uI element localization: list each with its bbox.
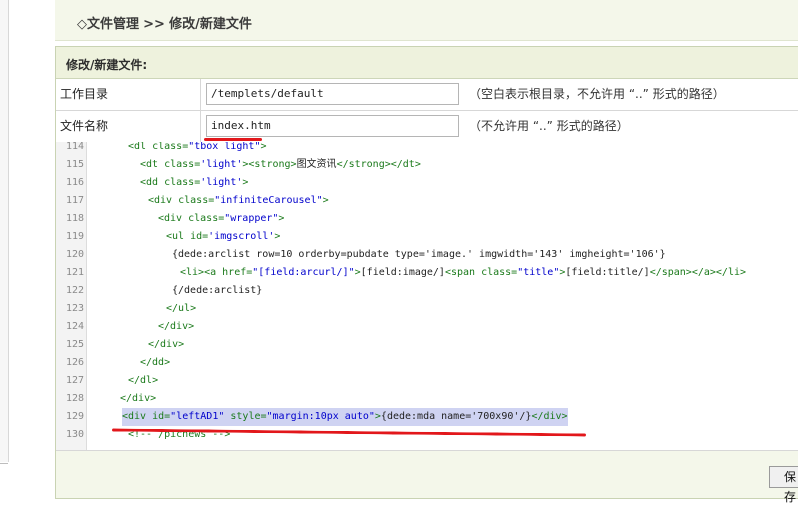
left-scrollbar-end (0, 455, 8, 464)
code-line[interactable]: 129 <div id="leftAD1" style="margin:10px … (56, 408, 798, 426)
line-number: 127 (65, 375, 84, 386)
breadcrumb-prefix-icon: ◇ (77, 17, 87, 32)
code-text: </dl> (128, 375, 159, 386)
line-number: 117 (65, 195, 84, 206)
code-text: <li><a href="[field:arcurl/]">[field:ima… (180, 267, 747, 278)
code-text: <dl class="tbox light"> (128, 142, 267, 152)
footer-bar: 保存 (56, 451, 798, 504)
code-text: <dt class='light'><strong>图文资讯</strong><… (140, 159, 421, 170)
line-number: 119 (65, 231, 84, 242)
filename-label: 文件名称 (56, 111, 201, 142)
code-lines: 114 <dl class="tbox light"> 115 <dt class='… (56, 142, 798, 444)
code-line[interactable]: 127 </dl> (56, 372, 798, 390)
code-line[interactable]: 117 <div class="infiniteCarousel"> (56, 192, 798, 210)
code-text: <ul id='imgscroll'> (166, 231, 281, 242)
code-text: {/dede:arclist} (172, 285, 263, 296)
filename-row: 文件名称 index.htm （不允许用 “..” 形式的路径） (56, 111, 798, 143)
code-text: </div> (120, 393, 157, 404)
code-text: {dede:arclist row=10 orderby=pubdate typ… (172, 249, 666, 260)
code-line[interactable]: 118 <div class="wrapper"> (56, 210, 798, 228)
code-line[interactable]: 114 <dl class="tbox light"> (56, 142, 798, 156)
code-text: <dd class='light'> (140, 177, 249, 188)
code-line[interactable]: 119 <ul id='imgscroll'> (56, 228, 798, 246)
filename-input[interactable]: index.htm (206, 115, 459, 137)
line-number: 114 (65, 142, 84, 152)
panel-title: 修改/新建文件: (66, 58, 148, 72)
code-line[interactable]: 116 <dd class='light'> (56, 174, 798, 192)
edit-file-panel: 修改/新建文件: 工作目录 /templets/default （空白表示根目录… (55, 46, 798, 504)
line-number: 115 (65, 159, 84, 170)
filename-hint: （不允许用 “..” 形式的路径） (469, 119, 629, 133)
line-number: 118 (65, 213, 84, 224)
code-text: </div> (158, 321, 195, 332)
filename-annotation-underline (204, 138, 262, 141)
line-number: 122 (65, 285, 84, 296)
breadcrumb-separator: >> (143, 17, 165, 32)
workdir-hint: （空白表示根目录，不允许用 “..” 形式的路径） (469, 87, 725, 101)
code-text: <div class="wrapper"> (158, 213, 285, 224)
workdir-input[interactable]: /templets/default (206, 83, 459, 105)
code-line[interactable]: 115 <dt class='light'><strong>图文资讯</stron… (56, 156, 798, 174)
breadcrumb-bar: ◇文件管理 >> 修改/新建文件 (55, 0, 798, 41)
code-line[interactable]: 126 </dd> (56, 354, 798, 372)
line-number: 121 (65, 267, 84, 278)
workdir-label: 工作目录 (56, 79, 201, 110)
code-line[interactable]: 128 </div> (56, 390, 798, 408)
line-number: 124 (65, 321, 84, 332)
line-number: 120 (65, 249, 84, 260)
panel-header: 修改/新建文件: (56, 47, 798, 79)
code-line[interactable]: 122 {/dede:arclist} (56, 282, 798, 300)
breadcrumb: ◇文件管理 >> 修改/新建文件 (77, 13, 252, 32)
line-number: 125 (65, 339, 84, 350)
code-line[interactable]: 125 </div> (56, 336, 798, 354)
line-number: 130 (65, 429, 84, 440)
code-line[interactable]: 124 </div> (56, 318, 798, 336)
code-text: <div class="infiniteCarousel"> (148, 195, 329, 206)
save-button[interactable]: 保存 (769, 466, 798, 504)
code-text: </div> (148, 339, 185, 350)
code-text: <div id="leftAD1" style="margin:10px aut… (122, 408, 568, 426)
code-text: </dd> (140, 357, 171, 368)
line-number: 123 (65, 303, 84, 314)
line-number: 128 (65, 393, 84, 404)
line-number: 116 (65, 177, 84, 188)
code-text: </ul> (166, 303, 197, 314)
code-line[interactable]: 123 </ul> (56, 300, 798, 318)
line-number: 126 (65, 357, 84, 368)
code-line[interactable]: 120 {dede:arclist row=10 orderby=pubdate … (56, 246, 798, 264)
breadcrumb-current: 修改/新建文件 (169, 17, 252, 32)
line-number: 129 (65, 411, 84, 422)
left-scrollbar[interactable] (0, 0, 9, 462)
code-editor[interactable]: 114 <dl class="tbox light"> 115 <dt class='… (56, 142, 798, 451)
breadcrumb-section[interactable]: 文件管理 (87, 17, 139, 32)
workdir-row: 工作目录 /templets/default （空白表示根目录，不允许用 “..… (56, 79, 798, 111)
code-line[interactable]: 121 <li><a href="[field:arcurl/]">[field:… (56, 264, 798, 282)
